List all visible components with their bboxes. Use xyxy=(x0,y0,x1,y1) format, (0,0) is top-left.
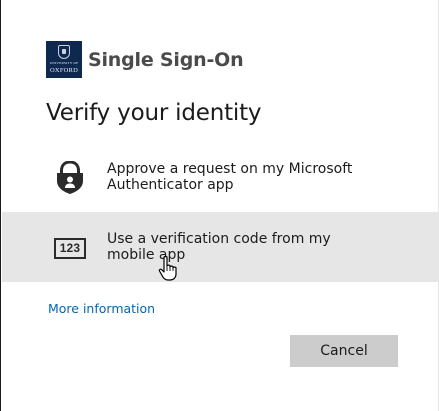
brand-title: Single Sign-On xyxy=(88,48,244,71)
code-icon-text: 123 xyxy=(54,238,86,259)
page-title: Verify your identity xyxy=(46,100,262,126)
logo-text-bottom: OXFORD xyxy=(50,67,78,74)
option-authenticator-app[interactable]: Approve a request on my Microsoft Authen… xyxy=(2,142,439,212)
dialog-frame: UNIVERSITY OF OXFORD Single Sign-On Veri… xyxy=(0,0,439,411)
cancel-button[interactable]: Cancel xyxy=(290,335,398,367)
lock-shield-icon xyxy=(47,157,105,197)
verification-code-icon: 123 xyxy=(47,227,105,267)
option-verification-code-label: Use a verification code from my mobile a… xyxy=(107,231,331,263)
crest-icon xyxy=(58,45,70,59)
more-information-link[interactable]: More information xyxy=(48,301,155,316)
brand-header: UNIVERSITY OF OXFORD Single Sign-On xyxy=(46,41,244,78)
option-verification-code[interactable]: 123 Use a verification code from my mobi… xyxy=(2,212,439,282)
logo-text-top: UNIVERSITY OF xyxy=(49,61,79,65)
option-authenticator-label: Approve a request on my Microsoft Authen… xyxy=(107,161,353,193)
university-logo: UNIVERSITY OF OXFORD xyxy=(46,41,82,78)
